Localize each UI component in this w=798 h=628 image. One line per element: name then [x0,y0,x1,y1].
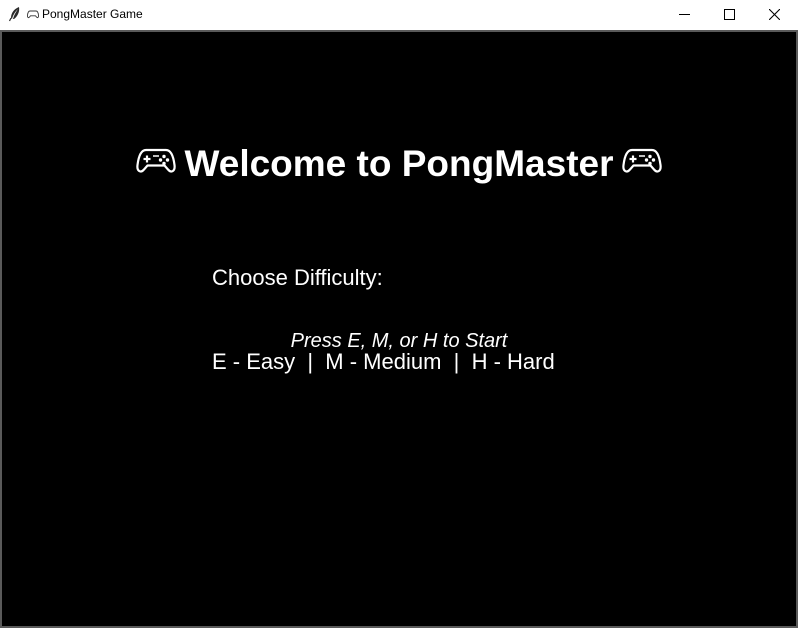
gamepad-outline-icon [27,8,39,19]
app-window: PongMaster Game Welcome to PongMaster Ch… [0,0,798,628]
difficulty-menu: Choose Difficulty: E - Easy | M - Medium… [212,208,555,432]
maximize-icon [724,9,735,20]
maximize-button[interactable] [707,0,752,30]
minimize-button[interactable] [662,0,707,30]
difficulty-title: Choose Difficulty: [212,265,383,290]
welcome-heading: Welcome to PongMaster [2,140,796,186]
title-bar[interactable]: PongMaster Game [0,0,798,30]
close-button[interactable] [752,0,797,30]
window-title-text: PongMaster Game [42,7,143,21]
gamepad-icon [136,147,177,175]
game-canvas[interactable]: Welcome to PongMaster Choose Difficulty:… [0,30,798,628]
start-prompt: Press E, M, or H to Start [290,330,508,352]
gamepad-icon [621,147,662,175]
minimize-icon [679,14,690,15]
welcome-heading-text: Welcome to PongMaster [184,143,614,185]
close-icon [769,9,780,20]
window-title: PongMaster Game [27,7,143,21]
feather-icon [8,6,22,22]
